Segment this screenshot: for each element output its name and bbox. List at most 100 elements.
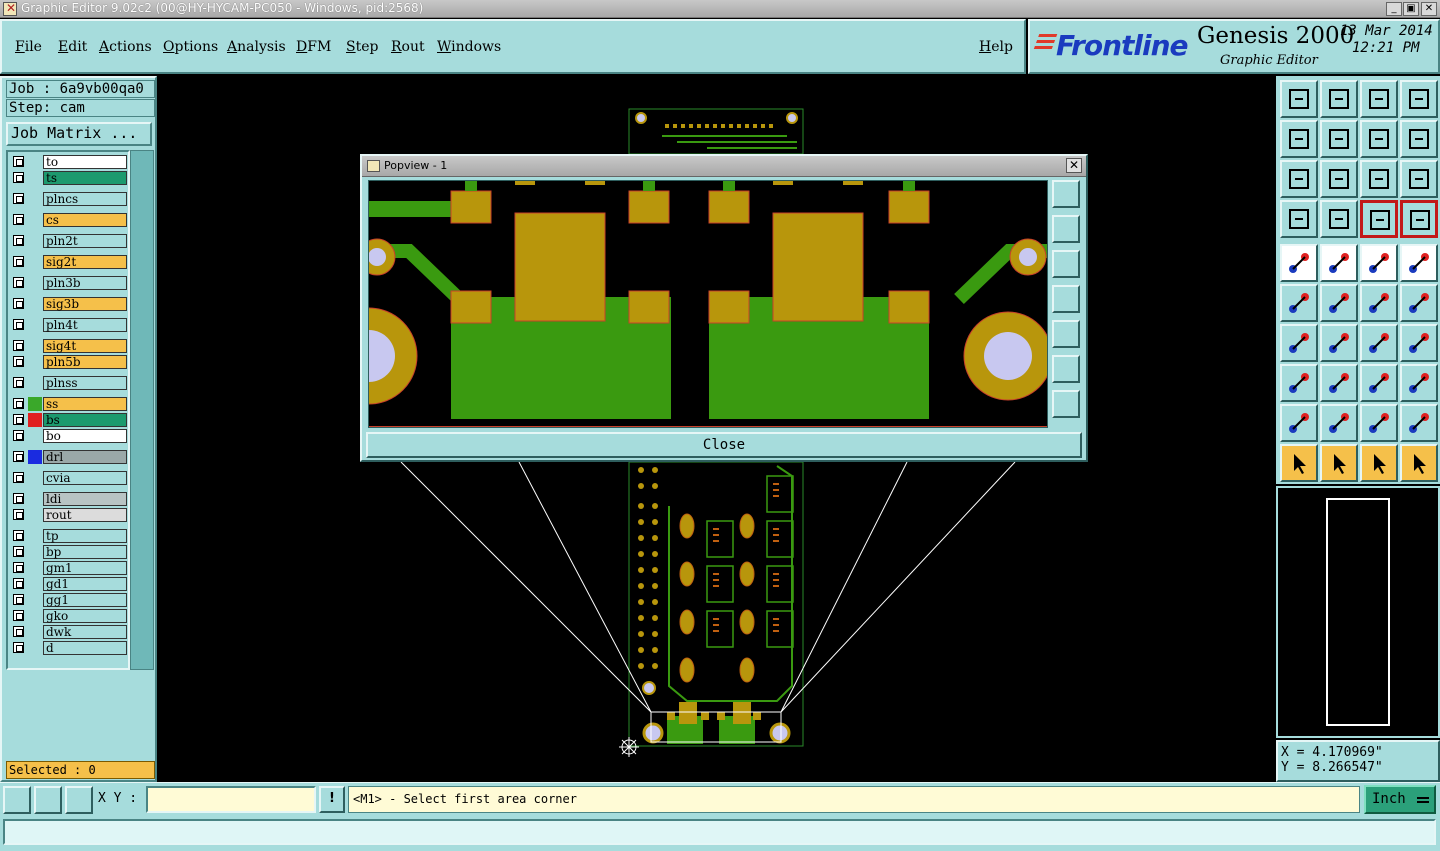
- layer-checkbox[interactable]: [13, 414, 24, 425]
- pad-button[interactable]: [1280, 244, 1318, 282]
- group-button[interactable]: [1400, 364, 1438, 402]
- layer-name[interactable]: sig2t: [43, 255, 127, 269]
- layer-name[interactable]: pln5b: [43, 355, 127, 369]
- popview-pan-right-button[interactable]: [1052, 320, 1080, 348]
- resize-button[interactable]: [1360, 364, 1398, 402]
- query-button[interactable]: [1400, 160, 1438, 198]
- job-matrix-button[interactable]: Job Matrix ...: [6, 122, 152, 146]
- layer-row-ts[interactable]: ts: [11, 171, 129, 185]
- minimize-button[interactable]: _: [1386, 2, 1402, 16]
- slash-button[interactable]: [1320, 324, 1358, 362]
- layer-row-dwk[interactable]: dwk: [11, 625, 129, 639]
- layer-row-gd1[interactable]: gd1: [11, 577, 129, 591]
- layer-checkbox[interactable]: [13, 398, 24, 409]
- layer-checkbox[interactable]: [13, 546, 24, 557]
- layer-row-rout[interactable]: rout: [11, 508, 129, 522]
- layer-row-gko[interactable]: gko: [11, 609, 129, 623]
- units-dropdown[interactable]: Inch: [1364, 785, 1436, 814]
- layer-color-swatch[interactable]: [28, 593, 42, 607]
- triangle-button[interactable]: [1280, 404, 1318, 442]
- layer-checkbox[interactable]: [13, 377, 24, 388]
- layer-name[interactable]: bs: [43, 413, 127, 427]
- popview-zoom-out-button[interactable]: [1052, 390, 1080, 418]
- layer-checkbox[interactable]: [13, 594, 24, 605]
- layer-checkbox[interactable]: [13, 610, 24, 621]
- select-box-button[interactable]: [1320, 444, 1358, 482]
- layer-name[interactable]: gd1: [43, 577, 127, 591]
- popview-zoom-in-button[interactable]: [1052, 355, 1080, 383]
- split-view-button[interactable]: [1400, 80, 1438, 118]
- exclamation-button[interactable]: !: [319, 786, 345, 813]
- layer-color-swatch[interactable]: [28, 561, 42, 575]
- cross-button[interactable]: [1320, 284, 1358, 322]
- move-button[interactable]: [1360, 284, 1398, 322]
- menu-actions[interactable]: Actions: [99, 39, 152, 55]
- copy-button[interactable]: [1280, 364, 1318, 402]
- layer-row-bp[interactable]: bp: [11, 545, 129, 559]
- popview-pan-up-button[interactable]: [1052, 215, 1080, 243]
- grid-button[interactable]: [1320, 200, 1358, 238]
- layer-checkbox[interactable]: [13, 156, 24, 167]
- layer-row-pln5b[interactable]: pln5b: [11, 355, 129, 369]
- layer-name[interactable]: cvia: [43, 471, 127, 485]
- xy-input[interactable]: [146, 786, 316, 813]
- layer-name[interactable]: gm1: [43, 561, 127, 575]
- layer-name[interactable]: ts: [43, 171, 127, 185]
- layer-name[interactable]: pln2t: [43, 234, 127, 248]
- layer-checkbox[interactable]: [13, 319, 24, 330]
- popview-close-icon[interactable]: ✕: [1066, 158, 1082, 173]
- layer-row-ss[interactable]: ss: [11, 397, 129, 411]
- layer-checkbox[interactable]: [13, 430, 24, 441]
- line-button[interactable]: [1320, 244, 1358, 282]
- layer-checkbox[interactable]: [13, 578, 24, 589]
- layer-color-swatch[interactable]: [28, 234, 42, 248]
- zoom-down-button[interactable]: [1320, 80, 1358, 118]
- layer-name[interactable]: gko: [43, 609, 127, 623]
- circle-button[interactable]: [1400, 244, 1438, 282]
- layer-checkbox[interactable]: [13, 642, 24, 653]
- layer-color-swatch[interactable]: [28, 276, 42, 290]
- layer-checkbox[interactable]: [13, 493, 24, 504]
- menu-help[interactable]: Help: [979, 39, 1013, 55]
- layer-row-sig2t[interactable]: sig2t: [11, 255, 129, 269]
- triangle-2-button[interactable]: [1320, 404, 1358, 442]
- layer-name[interactable]: bp: [43, 545, 127, 559]
- layer-row-cvia[interactable]: cvia: [11, 471, 129, 485]
- arc-button[interactable]: [1360, 324, 1398, 362]
- layer-color-swatch[interactable]: [28, 529, 42, 543]
- layer-row-to[interactable]: to: [11, 155, 129, 169]
- popview-close-button[interactable]: Close: [366, 432, 1082, 458]
- layer-name[interactable]: d: [43, 641, 127, 655]
- layer-name[interactable]: sig3b: [43, 297, 127, 311]
- layer-row-plnss[interactable]: plnss: [11, 376, 129, 390]
- layer-checkbox[interactable]: [13, 172, 24, 183]
- ruler-button[interactable]: [1360, 244, 1398, 282]
- layer-checkbox[interactable]: [13, 356, 24, 367]
- house-button[interactable]: [1360, 80, 1398, 118]
- layer-row-gm1[interactable]: gm1: [11, 561, 129, 575]
- layer-checkbox[interactable]: [13, 509, 24, 520]
- layer-checkbox[interactable]: [13, 298, 24, 309]
- layer-checkbox[interactable]: [13, 451, 24, 462]
- select-arrow-button[interactable]: [1280, 444, 1318, 482]
- layer-checkbox[interactable]: [13, 235, 24, 246]
- layer-checkbox[interactable]: [13, 626, 24, 637]
- layer-row-tp[interactable]: tp: [11, 529, 129, 543]
- swap-button[interactable]: [1360, 120, 1398, 158]
- layer-color-swatch[interactable]: [28, 429, 42, 443]
- snake-button[interactable]: [1400, 120, 1438, 158]
- layer-color-swatch[interactable]: [28, 508, 42, 522]
- layer-color-swatch[interactable]: [28, 625, 42, 639]
- scale-1-2-button[interactable]: [1360, 160, 1398, 198]
- layer-color-swatch[interactable]: [28, 376, 42, 390]
- layer-name[interactable]: plnss: [43, 376, 127, 390]
- triangle-4-button[interactable]: [1400, 404, 1438, 442]
- split-button[interactable]: [1400, 324, 1438, 362]
- layer-name[interactable]: to: [43, 155, 127, 169]
- trim-button[interactable]: [1320, 364, 1358, 402]
- popview-titlebar[interactable]: Popview - 1 ✕: [362, 156, 1086, 177]
- layer-row-sig3b[interactable]: sig3b: [11, 297, 129, 311]
- net-highlight-2-button[interactable]: [1400, 200, 1438, 238]
- layer-row-ldi[interactable]: ldi: [11, 492, 129, 506]
- layer-name[interactable]: cs: [43, 213, 127, 227]
